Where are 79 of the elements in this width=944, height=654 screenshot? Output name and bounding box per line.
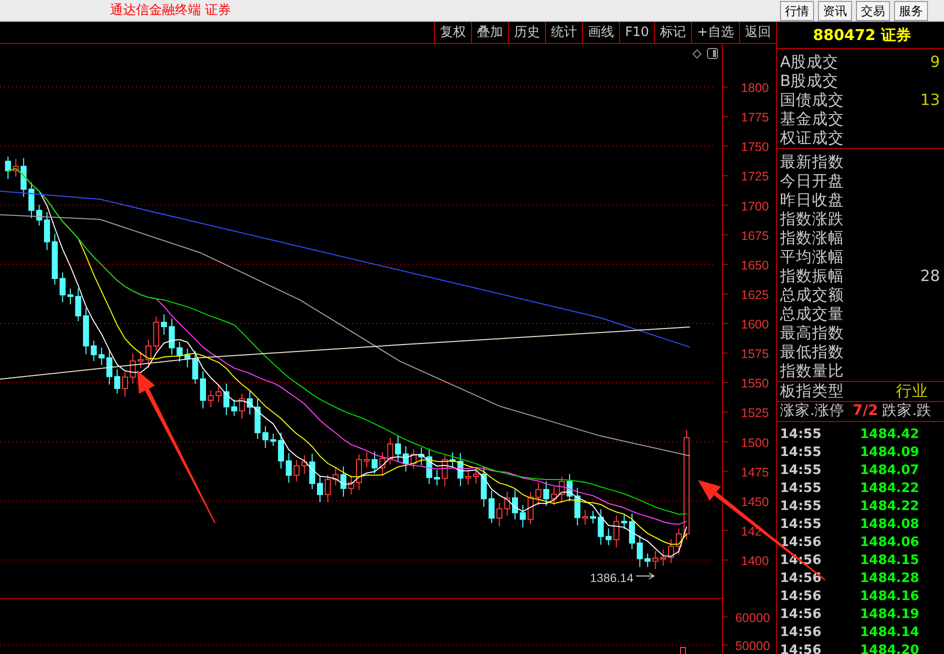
axis-label: 1775 [741, 110, 769, 125]
diamond-icon[interactable] [692, 49, 702, 59]
field-label: 最高指数 [780, 324, 844, 343]
tick-time: 14:55 [780, 462, 822, 480]
leader-arrow [636, 572, 655, 580]
axis-label: 1800 [741, 81, 769, 95]
app-title: 通达信金融终端 证券 [110, 2, 232, 20]
axis-label: 1400 [741, 554, 769, 568]
tick-price: 1484.28 [860, 570, 920, 588]
tick-price: 1484.19 [860, 606, 920, 624]
field-label: 涨家.涨停 [780, 402, 845, 421]
tick-time: 14:56 [780, 534, 822, 552]
axis-label: 1675 [741, 228, 769, 243]
field-label: 总成交额 [780, 286, 844, 305]
field-value: 28 [920, 267, 941, 286]
field-label: 跌家.跌 [882, 402, 932, 421]
tick-time: 14:55 [780, 498, 822, 516]
axis-label: 1700 [741, 199, 769, 214]
field-label: 指数涨跌 [780, 210, 844, 229]
tick-time: 14:56 [780, 642, 822, 654]
tick-price: 1484.14 [860, 624, 920, 642]
field-value: 13 [920, 91, 941, 110]
menu-button[interactable]: 服务 [894, 0, 928, 20]
field-label: 指数振幅 [780, 267, 844, 286]
field-value: 7/2 [852, 402, 878, 421]
field-label: 今日开盘 [780, 172, 844, 191]
volume-bar [680, 647, 686, 654]
tick-price: 1484.20 [860, 642, 920, 654]
tick-time: 14:56 [780, 588, 822, 606]
field-label: B股成交 [780, 72, 839, 91]
tick-time: 14:55 [780, 516, 822, 534]
field-label: 指数涨幅 [780, 229, 844, 248]
field-value: 9 [930, 53, 941, 72]
field-label: 基金成交 [780, 110, 844, 129]
axis-label: 60000 [735, 611, 770, 625]
tick-time: 14:55 [780, 480, 822, 498]
field-label: 总成交量 [780, 305, 844, 324]
menu-button[interactable]: 行情 [780, 0, 814, 20]
axis-label: 1750 [741, 140, 769, 154]
axis-label: 1650 [741, 258, 769, 272]
tick-time: 14:55 [780, 444, 822, 462]
tick-price: 1484.22 [860, 480, 920, 498]
axis-label: 1525 [741, 406, 769, 420]
menu-button[interactable]: 资讯 [818, 0, 852, 20]
field-label: 平均涨幅 [780, 248, 844, 267]
field-label: 权证成交 [780, 129, 844, 148]
menu-button[interactable]: 交易 [856, 0, 890, 20]
field-label: 昨日收盘 [780, 191, 844, 210]
axis-label: 1500 [741, 436, 769, 450]
tick-time: 14:56 [780, 606, 822, 624]
axis-label: 1625 [741, 288, 769, 302]
axis-label: 1550 [741, 376, 769, 391]
tick-price: 1484.06 [860, 534, 920, 552]
tick-time: 14:55 [780, 426, 822, 444]
tick-price: 1484.07 [860, 462, 920, 480]
stock-header: 880472 证券 [777, 22, 944, 49]
low-price-label: 1386.14 [590, 571, 634, 585]
tick-price: 1484.16 [860, 588, 920, 606]
panel-toggle-icon[interactable] [707, 48, 718, 59]
tick-price: 1484.08 [860, 516, 920, 534]
axis-label: 1600 [741, 318, 769, 332]
tick-price: 1484.09 [860, 444, 920, 462]
field-label: 最低指数 [780, 343, 844, 362]
axis-label: 1450 [741, 494, 769, 509]
tick-price: 1484.22 [860, 498, 920, 516]
tick-time: 14:56 [780, 570, 822, 588]
axis-label: 1475 [741, 465, 769, 480]
tick-time: 14:56 [780, 624, 822, 642]
tick-price: 1484.42 [860, 426, 920, 444]
axis-label: 50000 [735, 639, 770, 653]
field-label: 板指类型 [780, 382, 844, 401]
axis-label: 1725 [741, 170, 769, 184]
axis-label: 1575 [741, 347, 769, 362]
field-value: 行业 [896, 382, 928, 401]
tick-price: 1484.15 [860, 552, 920, 570]
field-label: 指数量比 [780, 362, 844, 381]
field-label: 最新指数 [780, 153, 844, 172]
field-label: A股成交 [780, 53, 839, 72]
field-label: 国债成交 [780, 91, 844, 110]
